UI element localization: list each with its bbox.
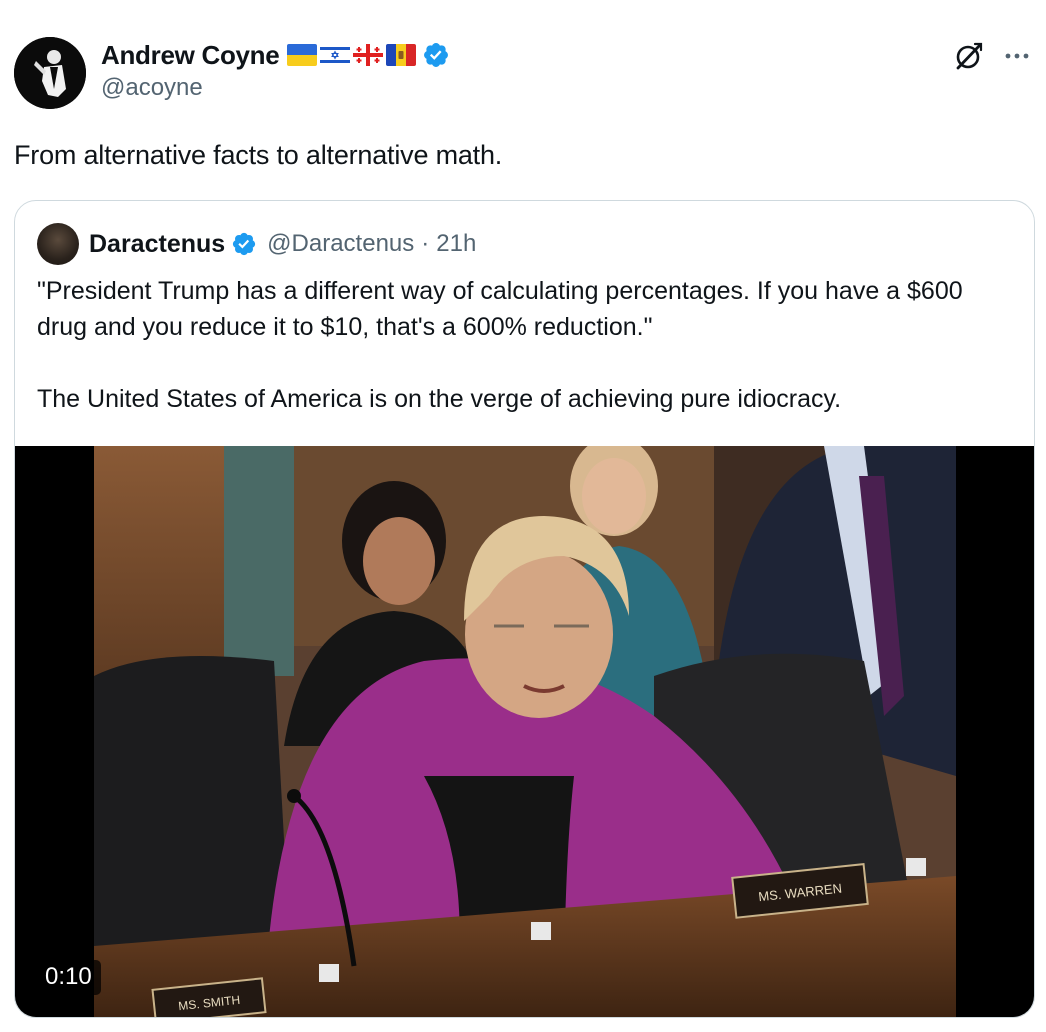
separator-dot: ·	[421, 230, 430, 257]
israel-flag-icon	[320, 44, 351, 66]
verified-badge-icon	[424, 43, 449, 67]
verified-badge-icon	[233, 232, 256, 256]
video-frame: MS. WARREN MS. SMITH	[94, 446, 956, 1017]
quoted-tweet-paragraph: "President Trump has a different way of …	[37, 277, 963, 341]
moldova-flag-icon	[386, 44, 417, 66]
video-timestamp: 0:10	[36, 960, 101, 995]
author-avatar[interactable]	[14, 37, 86, 109]
quoted-author-name[interactable]: Daractenus	[89, 230, 225, 259]
author-display-name[interactable]: Andrew Coyne	[101, 40, 280, 71]
ukraine-flag-icon	[287, 44, 318, 66]
more-icon[interactable]	[1001, 42, 1033, 70]
grok-icon[interactable]	[953, 40, 985, 72]
author-flags	[287, 44, 417, 66]
author-name-row: Andrew Coyne	[101, 38, 450, 72]
quoted-author-avatar[interactable]	[37, 223, 79, 265]
embedded-video[interactable]: MS. WARREN MS. SMITH 0:10	[15, 446, 1034, 1017]
quoted-tweet-time[interactable]: 21h	[436, 230, 476, 258]
quoted-tweet-header: Daractenus @Daractenus · 21h	[89, 227, 476, 261]
video-still-image: MS. WARREN MS. SMITH	[94, 446, 956, 1017]
author-info: Andrew Coyne @acoyne	[101, 38, 450, 102]
author-avatar-image	[14, 37, 86, 109]
quoted-tweet-card[interactable]: Daractenus @Daractenus · 21h "President …	[14, 200, 1035, 1018]
quoted-tweet-text: "President Trump has a different way of …	[37, 273, 1017, 417]
author-handle[interactable]: @acoyne	[101, 74, 450, 102]
georgia-flag-icon	[353, 44, 384, 66]
tweet-text: From alternative facts to alternative ma…	[14, 140, 503, 170]
quoted-tweet-paragraph: The United States of America is on the v…	[37, 385, 842, 413]
quoted-author-handle[interactable]: @Daractenus	[267, 230, 414, 258]
